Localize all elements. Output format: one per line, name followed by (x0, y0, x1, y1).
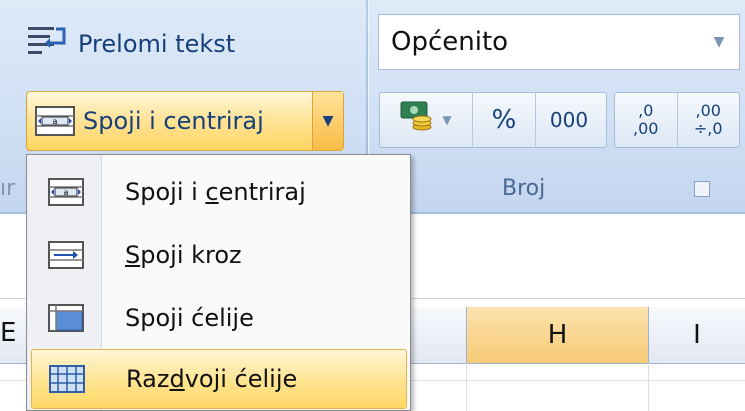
chevron-down-icon: ▼ (322, 113, 334, 129)
decrease-decimal-top: ,00 (695, 101, 721, 120)
decrease-decimal-button[interactable]: ,00 ÷,0 (677, 92, 739, 148)
wrap-text-button[interactable]: Prelomi tekst (26, 18, 235, 70)
chevron-down-icon[interactable]: ▼ (442, 113, 451, 127)
menu-item-label: Spoji ćelije (125, 304, 254, 332)
increase-decimal-bottom: ,00 (633, 119, 659, 138)
chevron-down-icon[interactable]: ▼ (699, 34, 739, 50)
merge-dropdown-menu: a Spoji i centriraj Spoji kroz Spoji ćel… (26, 154, 411, 411)
column-header-h[interactable]: H (466, 307, 649, 363)
increase-decimal-top: ,0 (638, 101, 654, 120)
comma-label: 000 (549, 108, 589, 132)
column-header-partial[interactable]: E (0, 318, 16, 348)
number-group-label: Broj (502, 176, 546, 201)
percent-label: % (491, 105, 517, 135)
column-header-h-label: H (547, 320, 568, 350)
menu-item-merge-cells[interactable]: Spoji ćelije (31, 288, 407, 348)
merge-and-center-button[interactable]: a Spoji i centriraj ▼ (26, 91, 344, 151)
merge-and-center-label: Spoji i centriraj (83, 107, 264, 135)
column-header-i-label: I (693, 320, 701, 350)
accounting-format-button[interactable]: ▼ (380, 92, 472, 148)
column-header-i[interactable]: I (649, 307, 745, 363)
merge-across-icon (31, 241, 101, 269)
menu-item-merge-center[interactable]: a Spoji i centriraj (31, 162, 407, 222)
increase-decimal-button[interactable]: ,0 ,00 (615, 92, 677, 148)
comma-style-button[interactable]: 000 (536, 92, 602, 148)
currency-icon (400, 101, 436, 139)
number-format-value: Općenito (391, 27, 509, 57)
alignment-group-label: ır (0, 176, 16, 201)
wrap-text-icon (26, 24, 70, 64)
menu-item-label: Spoji kroz (125, 241, 242, 269)
svg-text:a: a (64, 188, 69, 197)
grid-line (466, 363, 467, 411)
menu-item-unmerge-cells[interactable]: Razdvoji ćelije (31, 349, 407, 409)
percent-style-button[interactable]: % (473, 92, 535, 148)
menu-item-label: Razdvoji ćelije (126, 365, 298, 393)
decimal-buttons: ,0 ,00 ,00 ÷,0 (614, 92, 740, 148)
grid-line (648, 363, 649, 411)
number-format-buttons: ▼ % 000 (379, 92, 607, 148)
unmerge-cells-icon (32, 365, 102, 393)
number-format-combo[interactable]: Općenito ▼ (378, 14, 740, 70)
merge-center-icon: a (31, 178, 101, 206)
dialog-launcher-icon[interactable] (694, 181, 710, 197)
menu-item-label: Spoji i centriraj (125, 178, 306, 206)
svg-text:a: a (53, 117, 58, 126)
decrease-decimal-bottom: ÷,0 (693, 119, 723, 138)
menu-item-merge-across[interactable]: Spoji kroz (31, 225, 407, 285)
merge-cells-icon (31, 304, 101, 332)
merge-center-icon: a (27, 92, 83, 150)
merge-dropdown-arrow[interactable]: ▼ (312, 92, 343, 150)
wrap-text-label: Prelomi tekst (78, 30, 236, 58)
